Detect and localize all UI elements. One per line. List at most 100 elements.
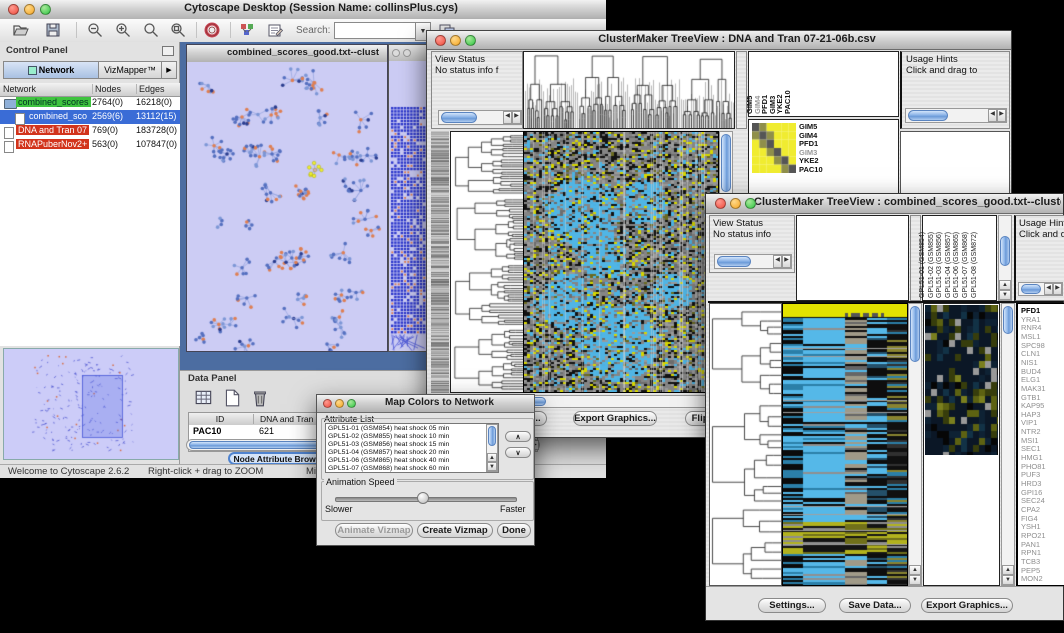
gene-label[interactable]: MON2 (1021, 574, 1043, 583)
done-button[interactable]: Done (497, 523, 531, 538)
minimize-button[interactable] (403, 49, 411, 57)
gene-label[interactable]: NIS1 (1021, 358, 1038, 367)
zoom-vscrollbar[interactable]: ▲▼ (1001, 303, 1015, 586)
treeview1-titlebar[interactable]: ClusterMaker TreeView : DNA and Tran 07-… (427, 31, 1011, 50)
column-label[interactable]: GPL51-01 (GSM854) (919, 232, 926, 298)
gene-label[interactable]: PFD1 (1021, 306, 1040, 315)
attribute-item[interactable]: GPL51-04 (GSM857) heat shock 20 min (328, 449, 484, 457)
scroll-up-icon[interactable]: ▲ (909, 565, 921, 575)
network-canvas[interactable] (187, 62, 387, 351)
horizontal-scrollbar[interactable]: ◀▶ (905, 108, 1007, 123)
open-file-icon[interactable] (12, 21, 30, 44)
gene-label[interactable]: SPC98 (1021, 341, 1045, 350)
gene-label[interactable]: TCB3 (1021, 557, 1040, 566)
gene-label[interactable]: KAP95 (1021, 401, 1044, 410)
splitter-strip[interactable] (736, 51, 747, 129)
vizmapper-icon[interactable] (238, 21, 256, 44)
gene-label[interactable]: CLN1 (1021, 349, 1040, 358)
zoom-heatmap-panel[interactable] (923, 303, 1000, 586)
gene-label[interactable]: ELG1 (1021, 375, 1040, 384)
float-panel-icon[interactable] (162, 46, 174, 56)
scroll-down-icon[interactable]: ▼ (487, 462, 497, 471)
scroll-thumb[interactable] (441, 112, 477, 123)
column-labels-panel[interactable]: GPL51-01 (GSM854)GPL51-02 (GSM855)GPL51-… (922, 215, 997, 301)
row-labels-strip-canvas[interactable] (431, 131, 449, 393)
zoom-fit-icon[interactable] (169, 21, 187, 44)
gene-label[interactable]: YSH1 (1021, 522, 1041, 531)
tab-network[interactable]: Network (3, 61, 99, 79)
gene-label[interactable]: HAP3 (1021, 410, 1041, 419)
zoom-in-icon[interactable] (114, 21, 132, 44)
scroll-down-icon[interactable]: ▼ (999, 290, 1011, 300)
column-dendrogram-canvas[interactable] (524, 52, 734, 128)
gene-label[interactable]: HMG1 (1021, 453, 1043, 462)
col-header-id[interactable]: ID (189, 414, 251, 424)
col-header-edges[interactable]: Edges (136, 84, 178, 94)
save-icon[interactable] (44, 21, 62, 44)
search-input[interactable] (334, 22, 416, 39)
scroll-right-icon[interactable]: ▶ (1053, 283, 1062, 295)
gene-label[interactable]: BUD4 (1021, 367, 1041, 376)
scroll-left-icon[interactable]: ◀ (988, 109, 997, 122)
scroll-up-icon[interactable]: ▲ (487, 453, 497, 462)
close-button[interactable] (8, 4, 19, 15)
attribute-listbox[interactable]: GPL51-01 (GSM854) heat shock 05 minGPL51… (325, 423, 499, 473)
scroll-thumb[interactable] (717, 256, 751, 267)
attribute-item[interactable]: GPL51-03 (GSM856) heat shock 15 min (328, 441, 484, 449)
gene-label[interactable]: RPO21 (1021, 531, 1046, 540)
scroll-thumb[interactable] (1003, 306, 1013, 334)
scroll-thumb[interactable] (488, 426, 496, 446)
gene-label[interactable]: GTB1 (1021, 393, 1041, 402)
network-table-row[interactable]: DNA and Tran 07769(0)183728(0) (0, 124, 180, 138)
treeview2-titlebar[interactable]: ClusterMaker TreeView : combined_scores_… (706, 194, 1063, 214)
dialog-titlebar[interactable]: Map Colors to Network (317, 395, 534, 413)
scroll-down-icon[interactable]: ▼ (1002, 575, 1014, 585)
network-view-window-2[interactable] (388, 44, 428, 352)
gene-label[interactable]: PHO81 (1021, 462, 1046, 471)
scroll-left-icon[interactable]: ◀ (1044, 283, 1053, 295)
gene-label[interactable]: HRD3 (1021, 479, 1041, 488)
move-up-button[interactable]: ∧ (505, 431, 531, 442)
gene-label[interactable]: RNR4 (1021, 323, 1041, 332)
minimize-button[interactable] (730, 198, 741, 209)
export-graphics--button[interactable]: Export Graphics... (921, 598, 1013, 613)
minimize-button[interactable] (24, 4, 35, 15)
tab-vizmapper-[interactable]: VizMapper™ (98, 61, 162, 79)
gene-label[interactable]: SEC1 (1021, 444, 1041, 453)
create-vizmap-button[interactable]: Create Vizmap (417, 523, 493, 538)
column-label[interactable]: GPL51-08 (GSM872) (971, 232, 978, 298)
scroll-thumb[interactable] (1000, 236, 1010, 266)
scroll-left-icon[interactable]: ◀ (503, 111, 512, 124)
tab-overflow-button[interactable]: ▶ (161, 61, 177, 79)
delete-attribute-icon[interactable] (250, 388, 270, 413)
scroll-thumb[interactable] (910, 306, 920, 362)
close-button[interactable] (715, 198, 726, 209)
attribute-item[interactable]: GPL51-07 (GSM868) heat shock 60 min (328, 465, 484, 473)
column-labels-panel[interactable]: GIM5GIM4PFD1GIM3YKE2PAC10 (748, 51, 899, 117)
dense-network-canvas[interactable] (389, 61, 427, 351)
scroll-down-icon[interactable]: ▼ (909, 575, 921, 585)
scroll-up-icon[interactable]: ▲ (999, 280, 1011, 290)
gene-label[interactable]: NTR2 (1021, 427, 1041, 436)
scroll-right-icon[interactable]: ▶ (997, 109, 1006, 122)
row-dendrogram-panel[interactable] (450, 131, 524, 393)
row-dendrogram-panel[interactable] (709, 303, 782, 586)
network-table-row[interactable]: RNAPuberNov2+563(0)107847(0) (0, 138, 180, 152)
gene-label[interactable]: RPN1 (1021, 548, 1041, 557)
gene-label[interactable]: FIG4 (1021, 514, 1038, 523)
column-dendrogram-panel[interactable] (796, 215, 909, 301)
minimize-button[interactable] (450, 35, 461, 46)
annotation-icon[interactable] (266, 21, 284, 44)
zoom-button[interactable] (465, 35, 476, 46)
horizontal-scrollbar[interactable]: ◀▶ (714, 254, 792, 269)
column-labels-vscrollbar[interactable]: ▲▼ (998, 215, 1012, 301)
gene-label[interactable]: MSL1 (1021, 332, 1041, 341)
attribute-list-vscrollbar[interactable]: ▲ ▼ (486, 424, 498, 472)
column-label[interactable]: GPL51-07 (GSM868) (962, 232, 969, 298)
zoom-heatmap-canvas[interactable] (925, 305, 998, 455)
similarity-matrix-canvas[interactable] (752, 123, 796, 173)
gene-label[interactable]: PEP5 (1021, 566, 1040, 575)
gene-label[interactable]: PUF3 (1021, 470, 1040, 479)
gene-label[interactable]: CPA2 (1021, 505, 1040, 514)
new-attribute-icon[interactable] (222, 388, 242, 413)
